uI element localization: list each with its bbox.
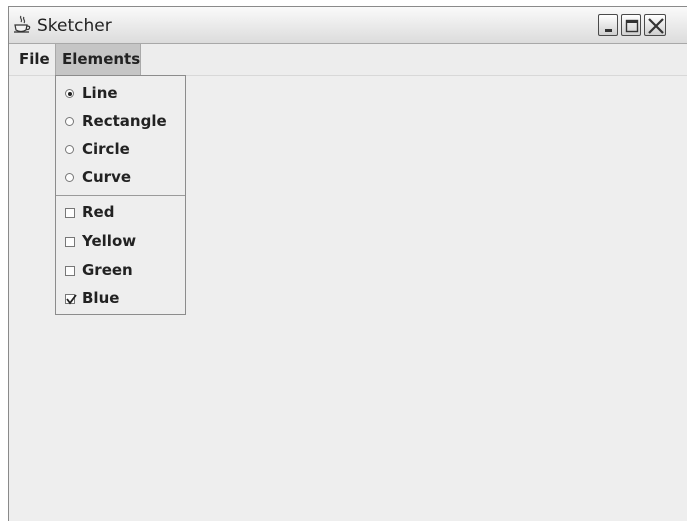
checkbox-checked-icon <box>65 294 77 305</box>
radio-selected-icon <box>65 89 74 98</box>
radio-unselected-icon <box>65 145 74 154</box>
menu-item-line[interactable]: Line <box>56 80 185 108</box>
elements-dropdown-menu: Line Rectangle Circle Curve Red Yellow G… <box>55 75 186 315</box>
java-cup-icon[interactable] <box>12 15 32 35</box>
checkbox-unchecked-icon <box>65 208 75 218</box>
menu-item-circle[interactable]: Circle <box>56 136 185 164</box>
menu-bar: File Elements <box>9 44 687 76</box>
radio-unselected-icon <box>65 117 74 126</box>
sketcher-window: Sketcher File Elements Line Rectangle Ci… <box>8 6 687 521</box>
window-title: Sketcher <box>37 16 112 36</box>
menu-item-label: Green <box>82 261 133 279</box>
menu-item-red[interactable]: Red <box>56 199 185 227</box>
radio-unselected-icon <box>65 173 74 182</box>
menu-item-blue[interactable]: Blue <box>56 285 185 313</box>
menu-item-label: Rectangle <box>82 112 167 130</box>
minimize-button[interactable] <box>598 14 618 36</box>
maximize-button[interactable] <box>621 14 641 36</box>
minimize-icon <box>605 29 612 32</box>
menu-item-label: Yellow <box>82 232 137 250</box>
menu-item-label: Line <box>82 84 118 102</box>
menu-item-label: Red <box>82 203 115 221</box>
menu-file[interactable]: File <box>13 44 56 75</box>
menu-separator <box>56 195 185 196</box>
menu-item-label: Blue <box>82 289 120 307</box>
menu-item-yellow[interactable]: Yellow <box>56 228 185 256</box>
checkbox-unchecked-icon <box>65 266 75 276</box>
close-icon <box>648 18 664 34</box>
checkbox-unchecked-icon <box>65 237 75 247</box>
title-bar[interactable]: Sketcher <box>9 7 687 44</box>
menu-item-label: Curve <box>82 168 132 186</box>
close-button[interactable] <box>644 14 666 36</box>
menu-item-curve[interactable]: Curve <box>56 164 185 192</box>
menu-item-green[interactable]: Green <box>56 257 185 285</box>
menu-elements[interactable]: Elements <box>55 44 141 75</box>
menu-item-label: Circle <box>82 140 130 158</box>
maximize-icon <box>625 19 639 33</box>
menu-item-rectangle[interactable]: Rectangle <box>56 108 185 136</box>
